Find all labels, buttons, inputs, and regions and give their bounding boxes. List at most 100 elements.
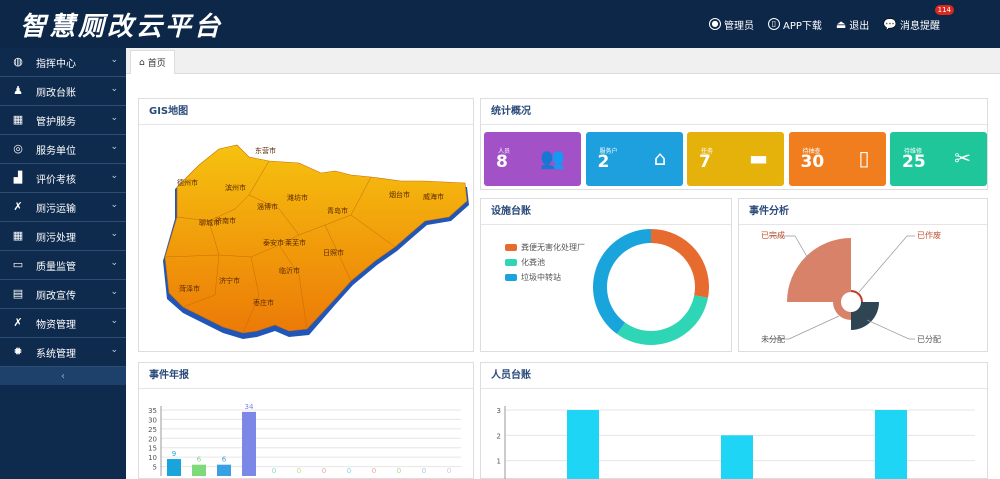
city-label[interactable]: 菏泽市 [179,284,200,293]
events-panel: 事件分析 已完成 已作废 未分配 已分配 [738,198,988,352]
rose-center [841,292,861,312]
phone-icon: ▯ [767,18,780,30]
chevron-down-icon: ⌄ [110,345,118,355]
messages-link[interactable]: 💬 消息提醒 114 [883,4,954,32]
stat-value: 30 [800,152,825,172]
staff-bar-chart[interactable]: 3 2 1 [481,390,987,479]
stat-card-1[interactable]: 服务户 2 ⌂ [585,132,683,186]
grid-icon: ▦ [12,113,24,126]
sidebar-item-7[interactable]: ▭ 质量监管 ⌄ [0,251,126,280]
app-download-link[interactable]: ▯ APP下载 [767,17,822,32]
sidebar-item-label: 质量监管 [36,261,76,273]
staff-bar-C[interactable] [875,410,907,479]
annual-bar-3[interactable] [217,464,231,476]
chevron-down-icon: ⌄ [110,258,118,268]
annual-panel: 事件年报 35 30 25 20 15 10 5 9 6 6 34 0 0 0 0 0 0 0 0 [138,362,474,479]
shandong-map[interactable]: 德州市滨州市东营市聊城市济南市淄博市潍坊市 烟台市 威海市泰安市 莱芜市菏泽市济宁市临… [139,125,473,351]
legend-label: 粪便无害化处理厂 [521,243,585,252]
city-label[interactable]: 日照市 [323,248,344,257]
y-tick-label: 3 [497,407,501,415]
staff-bar-A[interactable] [567,410,599,479]
sidebar-item-9[interactable]: ✗ 物资管理 ⌄ [0,309,126,338]
donut-slice-2[interactable] [593,229,651,334]
events-rose-chart[interactable]: 已完成 已作废 未分配 已分配 [739,226,987,352]
staff-bar-B[interactable] [721,435,753,479]
city-label[interactable]: 泰安市 [263,238,284,247]
city-label[interactable]: 潍坊市 [287,193,308,202]
sidebar-item-3[interactable]: ◎ 服务单位 ⌄ [0,135,126,164]
folder-icon: ▬ [749,146,768,170]
staff-panel-title: 人员台账 [481,363,987,389]
stat-card-0[interactable]: 人员 8 👥 [484,132,581,186]
facilities-donut[interactable] [590,226,712,348]
tab-bar: ⌂ 首页 [126,48,1000,74]
sidebar-item-5[interactable]: ✗ 厕污运输 ⌄ [0,193,126,222]
chevron-left-icon: ‹ [61,370,65,382]
city-label[interactable]: 枣庄市 [253,298,274,307]
legend-item-0[interactable]: 粪便无害化处理厂 [505,242,585,253]
tablet-icon: ▯ [858,146,870,170]
annual-bar-value: 6 [197,456,202,464]
stat-card-2[interactable]: 任务 7 ▬ [687,132,784,186]
sidebar-item-8[interactable]: ▤ 厕改宣传 ⌄ [0,280,126,309]
tab-home[interactable]: ⌂ 首页 [130,50,175,74]
sidebar-item-2[interactable]: ▦ 管护服务 ⌄ [0,106,126,135]
annual-bar-4[interactable] [242,411,256,476]
sidebar-item-0[interactable]: ◍ 指挥中心 ⌄ [0,48,126,77]
chevron-down-icon: ⌄ [110,287,118,297]
stat-card-4[interactable]: 待维修 25 ✂ [890,132,987,186]
gis-panel: GIS地图 德州市 滨州市 东营市 聊城市 济南市 淄博市 潍坊市 烟台市 威海市 泰安市 莱芜市菏… [138,98,474,352]
stats-panel-title: 统计概况 [481,99,987,125]
chevron-down-icon: ⌄ [110,55,118,65]
annual-bar-1[interactable] [167,459,181,476]
city-label[interactable]: 济南市 [215,216,236,225]
annual-bar-2[interactable] [192,464,206,476]
annual-bar-chart[interactable]: 3530 2520 1510 5 9 6 6 34 0 0 0 0 0 0 0 0 [139,390,473,479]
legend-item-1[interactable]: 化粪池 [505,257,545,268]
city-label[interactable]: 滨州市 [225,183,246,192]
sidebar-item-1[interactable]: ♟ 厕改台账 ⌄ [0,77,126,106]
legend-label: 垃圾中转站 [521,273,561,282]
book-icon: ▤ [12,287,24,300]
city-label[interactable]: 青岛市 [327,206,348,215]
annual-bar-value: 34 [245,403,254,411]
city-label[interactable]: 东营市 [255,146,276,155]
city-label[interactable]: 威海市 [423,192,444,201]
user-menu[interactable]: ● 管理员 [708,17,754,32]
donut-slice-0[interactable] [651,229,709,298]
city-label[interactable]: 莱芜市 [285,238,306,247]
chevron-down-icon: ⌄ [110,171,118,181]
y-tick-label: 20 [148,435,157,443]
y-tick-label: 15 [148,445,157,453]
city-label[interactable]: 烟台市 [389,190,410,199]
tab-home-label: 首页 [147,59,166,69]
city-label[interactable]: 临沂市 [279,266,300,275]
sidebar-item-4[interactable]: ▟ 评价考核 ⌄ [0,164,126,193]
logout-link[interactable]: ⏏ 退出 [836,17,869,32]
stat-card-3[interactable]: 待抽查 30 ▯ [788,132,886,186]
sidebar-item-10[interactable]: ✹ 系统管理 ⌄ [0,338,126,367]
city-label[interactable]: 济宁市 [219,276,240,285]
globe-icon: ◍ [13,55,23,68]
message-count-badge: 114 [934,4,954,15]
sidebar-item-label: 厕污运输 [36,203,76,215]
sidebar-item-label: 厕改宣传 [36,290,76,302]
city-label[interactable]: 淄博市 [257,202,278,211]
home-icon: ⌂ [139,57,145,68]
legend-item-2[interactable]: 垃圾中转站 [505,272,561,283]
collapse-sidebar-button[interactable]: ‹ [0,367,126,385]
chevron-down-icon: ⌄ [110,200,118,210]
events-panel-title: 事件分析 [739,199,987,225]
y-tick-label: 30 [148,416,157,424]
gear-icon: ✹ [13,345,23,358]
stat-value: 2 [597,152,610,172]
messages-label: 消息提醒 [900,20,940,32]
bar-chart-icon: ▟ [13,171,23,184]
app-title: 智慧厕改云平台 [20,12,224,42]
top-bar: 智慧厕改云平台 ● 管理员 ▯ APP下载 ⏏ 退出 💬 消息提醒 114 [0,0,1000,48]
donut-slice-1[interactable] [616,295,708,345]
city-label[interactable]: 德州市 [177,178,198,187]
facilities-panel-title: 设施台账 [481,199,731,225]
sidebar-item-6[interactable]: ▦ 厕污处理 ⌄ [0,222,126,251]
y-tick-label: 2 [497,432,501,440]
